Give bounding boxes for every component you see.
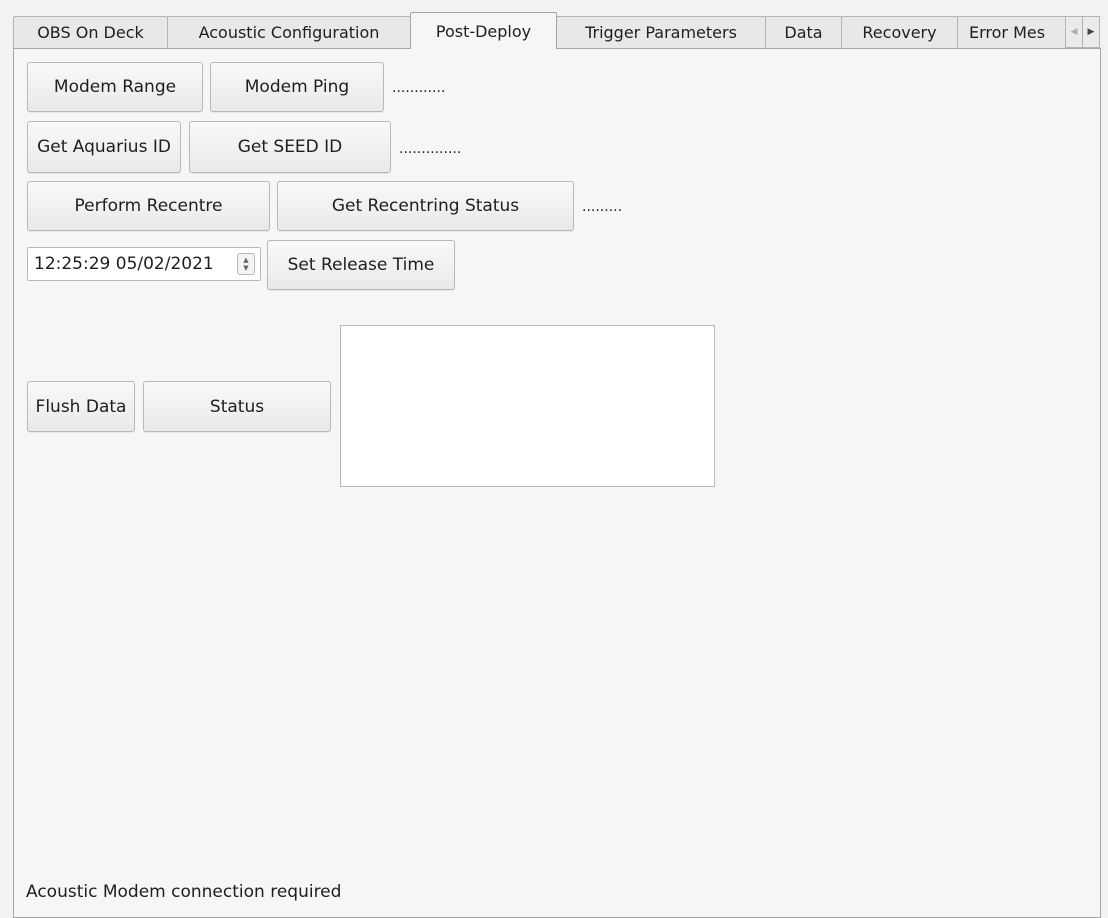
tab-acoustic-configuration[interactable]: Acoustic Configuration xyxy=(167,16,411,48)
get-recentring-status-button[interactable]: Get Recentring Status xyxy=(277,181,574,231)
flush-data-button[interactable]: Flush Data xyxy=(27,381,135,432)
tab-obs-on-deck[interactable]: OBS On Deck xyxy=(13,16,168,48)
tab-post-deploy[interactable]: Post-Deploy xyxy=(410,12,557,49)
release-datetime-input[interactable]: 12:25:29 05/02/2021 ▲ ▼ xyxy=(27,247,261,281)
tab-bar: OBS On Deck Acoustic Configuration Post-… xyxy=(13,12,1101,49)
set-release-time-button[interactable]: Set Release Time xyxy=(267,240,455,290)
tab-error-messages[interactable]: Error Mes xyxy=(957,16,1067,48)
tab-data[interactable]: Data xyxy=(765,16,842,48)
modem-range-button[interactable]: Modem Range xyxy=(27,62,203,112)
recentre-result-text: ......... xyxy=(582,199,623,215)
datetime-spinner[interactable]: ▲ ▼ xyxy=(237,253,255,275)
spin-down-icon[interactable]: ▼ xyxy=(243,264,248,272)
status-button[interactable]: Status xyxy=(143,381,331,432)
arrow-left-icon[interactable]: ◀ xyxy=(1065,16,1083,48)
spin-up-icon[interactable]: ▲ xyxy=(243,256,248,264)
tab-trigger-parameters[interactable]: Trigger Parameters xyxy=(556,16,766,48)
status-output-box[interactable] xyxy=(340,325,715,487)
get-aquarius-id-button[interactable]: Get Aquarius ID xyxy=(27,121,181,173)
status-bar-message: Acoustic Modem connection required xyxy=(26,882,342,902)
release-datetime-value[interactable]: 12:25:29 05/02/2021 xyxy=(28,254,237,274)
modem-ping-button[interactable]: Modem Ping xyxy=(210,62,384,112)
modem-result-text: ............ xyxy=(392,80,446,96)
arrow-right-icon[interactable]: ▶ xyxy=(1082,16,1100,48)
get-seed-id-button[interactable]: Get SEED ID xyxy=(189,121,391,173)
tab-recovery[interactable]: Recovery xyxy=(841,16,958,48)
perform-recentre-button[interactable]: Perform Recentre xyxy=(27,181,270,231)
ids-result-text: .............. xyxy=(399,141,462,157)
